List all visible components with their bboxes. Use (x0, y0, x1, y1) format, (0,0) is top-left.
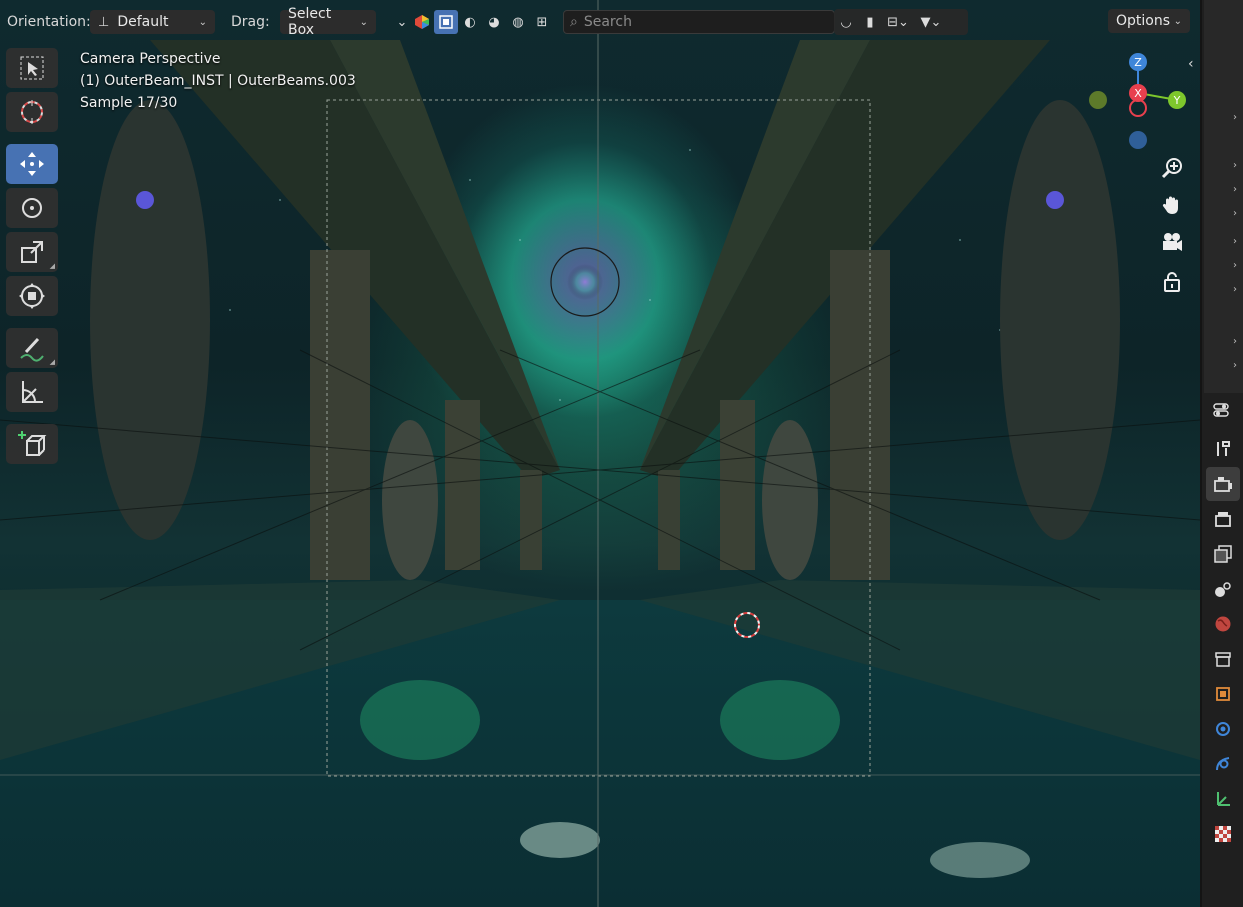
viewport-render (0, 0, 1200, 907)
expand-arrow-icon[interactable]: › (1233, 236, 1243, 250)
neg-y-axis-handle[interactable] (1089, 91, 1107, 109)
options-label: Options (1116, 13, 1171, 29)
curve-icon[interactable]: ◡ (834, 10, 858, 34)
drag-dropdown[interactable]: Select Box ⌄ (280, 6, 376, 38)
pan-hand-icon[interactable] (1157, 190, 1187, 220)
expand-arrow-icon[interactable]: › (1233, 160, 1243, 174)
zoom-icon[interactable] (1157, 153, 1187, 183)
x-axis-label: X (1134, 87, 1142, 100)
submenu-corner-icon: ◢ (49, 262, 55, 270)
measure-tool[interactable] (6, 372, 58, 412)
active-object-name: (1) OuterBeam_INST | OuterBeams.003 (80, 73, 356, 89)
cursor-icon (21, 100, 43, 124)
expand-arrow-icon[interactable]: › (1233, 336, 1243, 350)
filter-icon[interactable]: ▼⌄ (914, 10, 948, 34)
navigation-gizmo[interactable]: Z Y X (1080, 50, 1190, 155)
selectability-group: ⌄ ◐ ◕ ◍ ⊞ (394, 9, 562, 35)
expand-arrow-icon[interactable]: › (1233, 208, 1243, 222)
viewport-search[interactable]: ⌕ (563, 10, 835, 34)
scale-tool[interactable]: ◢ (6, 232, 58, 272)
chevron-down-icon: ⌄ (1173, 15, 1182, 27)
tool-shelf: ◢ ◢ (6, 48, 59, 468)
orientation-dropdown[interactable]: ⊥ Default ⌄ (90, 10, 215, 34)
particles-tab-icon[interactable] (1206, 747, 1240, 781)
cursor-tool[interactable] (6, 92, 58, 132)
expand-arrow-icon[interactable]: › (1233, 284, 1243, 298)
expand-arrow-icon[interactable]: › (1233, 184, 1243, 198)
search-icon: ⌕ (570, 14, 578, 30)
submenu-corner-icon: ◢ (49, 358, 55, 366)
expand-arrow-icon[interactable]: › (1233, 360, 1243, 374)
y-axis-label: Y (1173, 94, 1181, 107)
world-tab-icon[interactable] (1206, 607, 1240, 641)
camera-view-icon[interactable] (1157, 228, 1187, 258)
collapse-sidebar-icon[interactable]: ‹ (1188, 56, 1194, 72)
pencil-icon (20, 337, 44, 362)
orientation-label: Orientation: (7, 14, 91, 30)
drag-value: Select Box (288, 6, 332, 38)
filter-group: ◡ ▮ ⊟⌄ ▼⌄ (834, 9, 968, 35)
texture-tab-icon[interactable] (1206, 817, 1240, 851)
drag-label: Drag: (231, 14, 270, 30)
tool-tab-icon[interactable] (1206, 432, 1240, 466)
chevron-down-icon[interactable]: ⌄ (394, 10, 410, 34)
color-icon[interactable] (410, 10, 434, 34)
viewport-header: Orientation: ⊥ Default ⌄ Drag: Select Bo… (0, 0, 1200, 44)
expand-arrow-icon[interactable]: › (1233, 112, 1243, 126)
select-box-icon (20, 56, 44, 80)
chevron-down-icon: ⌄ (359, 16, 368, 28)
orientation-icon: ⊥ (98, 14, 110, 30)
neg-x-axis-handle[interactable] (1129, 99, 1147, 117)
render-sample-count: Sample 17/30 (80, 95, 178, 111)
add-cube-icon (18, 431, 47, 456)
select-box-tool[interactable] (6, 48, 58, 88)
view-name: Camera Perspective (80, 51, 221, 67)
bookmark-icon[interactable]: ▮ (858, 10, 882, 34)
wireframe-toggle-icon[interactable] (434, 10, 458, 34)
rendered-shading-icon[interactable]: ◍ (506, 10, 530, 34)
transform-icon (19, 283, 45, 309)
chevron-down-icon: ⌄ (198, 16, 207, 28)
view-layer-tab-icon[interactable] (1206, 537, 1240, 571)
options-dropdown[interactable]: Options ⌄ (1108, 9, 1190, 33)
rotate-tool[interactable] (6, 188, 58, 228)
properties-tabs (1206, 396, 1243, 852)
orientation-value: Default (117, 14, 169, 30)
solid-shading-icon[interactable]: ◐ (458, 10, 482, 34)
hierarchy-icon[interactable]: ⊟⌄ (882, 10, 914, 34)
properties-editor: › › › › › › › › › (1200, 0, 1243, 907)
move-icon (20, 152, 44, 176)
properties-editor-type-icon[interactable] (1206, 396, 1240, 424)
add-cube-tool[interactable] (6, 424, 58, 464)
collection-tab-icon[interactable] (1206, 642, 1240, 676)
scale-icon (21, 241, 43, 263)
expand-arrow-icon[interactable]: › (1233, 260, 1243, 274)
modifiers-tab-icon[interactable] (1206, 712, 1240, 746)
overlays-icon[interactable]: ⊞ (530, 10, 554, 34)
ruler-icon (22, 381, 43, 403)
outliner-panel[interactable]: › › › › › › › › › (1204, 0, 1243, 393)
3d-viewport[interactable]: Orientation: ⊥ Default ⌄ Drag: Select Bo… (0, 0, 1200, 907)
search-input[interactable] (583, 14, 824, 30)
material-preview-icon[interactable]: ◕ (482, 10, 506, 34)
render-tab-icon[interactable] (1206, 467, 1240, 501)
neg-z-axis-handle[interactable] (1129, 131, 1147, 149)
rotate-icon (22, 198, 42, 218)
constraints-tab-icon[interactable] (1206, 782, 1240, 816)
move-tool[interactable] (6, 144, 58, 184)
lock-icon[interactable] (1157, 267, 1187, 297)
viewport-info: Camera Perspective (1) OuterBeam_INST | … (80, 48, 356, 114)
transform-tool[interactable] (6, 276, 58, 316)
output-tab-icon[interactable] (1206, 502, 1240, 536)
z-axis-label: Z (1134, 56, 1142, 69)
scene-tab-icon[interactable] (1206, 572, 1240, 606)
object-tab-icon[interactable] (1206, 677, 1240, 711)
annotate-tool[interactable]: ◢ (6, 328, 58, 368)
